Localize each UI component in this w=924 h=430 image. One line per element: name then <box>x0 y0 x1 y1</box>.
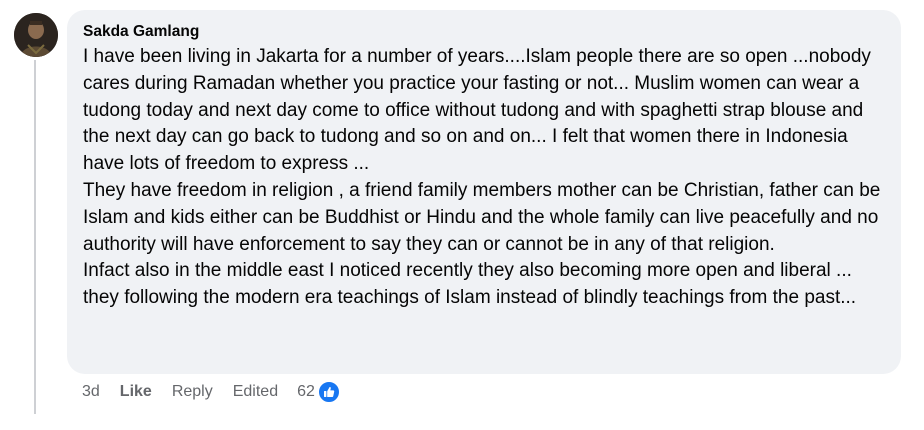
comment-author[interactable]: Sakda Gamlang <box>83 22 885 42</box>
reaction-count: 62 <box>297 383 315 400</box>
comment-paragraph: They have freedom in religion , a friend… <box>83 179 881 255</box>
edited-label[interactable]: Edited <box>233 383 278 401</box>
timestamp-link[interactable]: 3d <box>82 383 100 401</box>
comment-bubble: Sakda Gamlang I have been living in Jaka… <box>67 10 901 374</box>
reply-button[interactable]: Reply <box>172 383 213 401</box>
like-button[interactable]: Like <box>120 383 152 401</box>
comment-paragraph: Infact also in the middle east I noticed… <box>83 260 857 309</box>
avatar[interactable] <box>14 13 58 57</box>
thread-line <box>34 60 36 414</box>
comment-actions: 3d Like Reply Edited 62 <box>82 380 341 404</box>
thumbs-up-icon <box>316 380 341 404</box>
reaction-summary[interactable]: 62 <box>297 380 341 404</box>
avatar-image <box>14 13 58 57</box>
comment-paragraph: I have been living in Jakarta for a numb… <box>83 46 871 175</box>
comment-text: I have been living in Jakarta for a numb… <box>83 44 889 312</box>
